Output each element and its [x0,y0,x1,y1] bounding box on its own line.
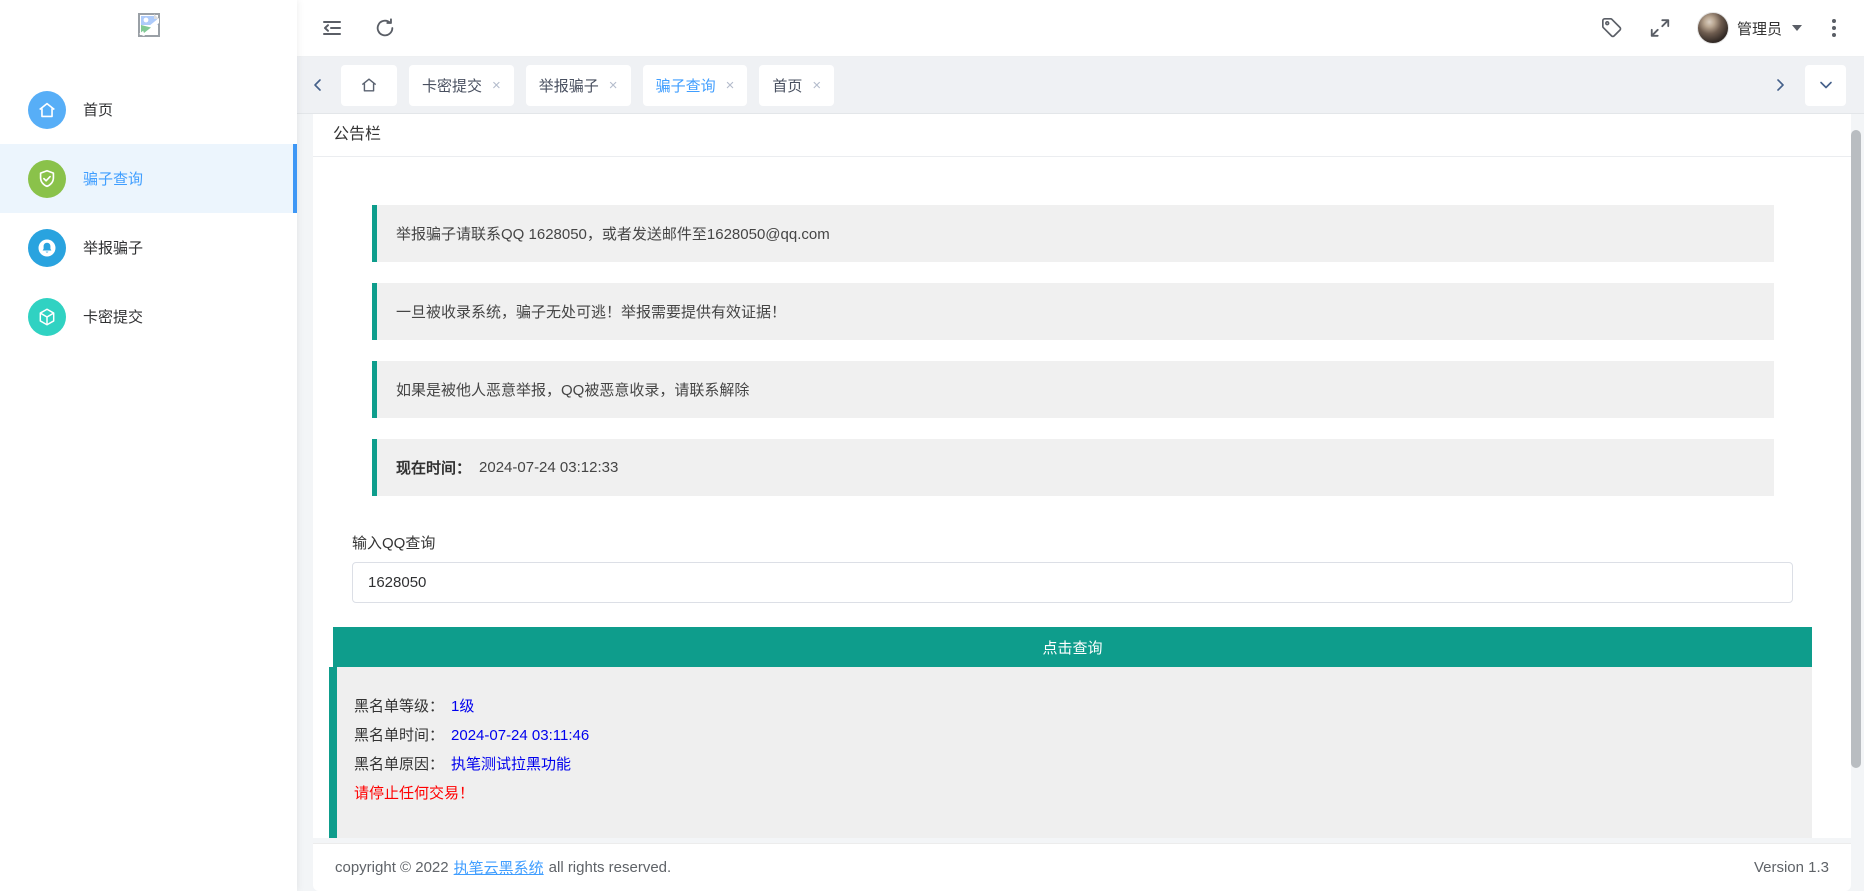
tabs-menu-button[interactable] [1805,65,1846,106]
announcement-text: 举报骗子请联系QQ 1628050，或者发送邮件至1628050@qq.com [396,223,830,244]
caret-down-icon [1792,25,1802,31]
copyright-prefix: copyright © 2022 [335,859,449,876]
sidebar-item-scammer-query[interactable]: 骗子查询 [0,144,297,213]
header-left-actions [297,16,396,40]
refresh-icon[interactable] [374,17,396,39]
result-value: 2024-07-24 03:11:46 [451,727,589,744]
tab-home-icon[interactable] [341,65,397,106]
kebab-menu-icon[interactable] [1828,15,1840,41]
user-name: 管理员 [1737,18,1782,39]
app-logo [0,10,297,40]
user-menu[interactable]: 管理员 [1697,12,1802,44]
fold-menu-icon[interactable] [320,16,344,40]
result-row: 黑名单时间： 2024-07-24 03:11:46 [354,721,1812,750]
announcement-item: 举报骗子请联系QQ 1628050，或者发送邮件至1628050@qq.com [372,205,1774,262]
tabs-scroll-right[interactable] [1769,65,1791,106]
sidebar-item-label: 首页 [83,99,113,120]
sidebar-item-report-scammer[interactable]: 举报骗子 [0,213,297,282]
broken-image-icon [136,12,162,38]
sidebar-menu: 首页 骗子查询 举报骗子 [0,75,297,351]
announcement-list: 举报骗子请联系QQ 1628050，或者发送邮件至1628050@qq.com … [313,157,1851,496]
announcement-panel-title: 公告栏 [313,114,1851,157]
result-row: 黑名单等级： 1级 [354,692,1812,721]
footer: copyright © 2022 执笔云黑系统 all rights reser… [313,843,1851,891]
result-row: 黑名单原因： 执笔测试拉黑功能 [354,750,1812,779]
tab-report-scammer[interactable]: 举报骗子 × [526,65,631,106]
bell-icon [28,229,66,267]
home-icon [28,91,66,129]
close-icon[interactable]: × [609,78,618,93]
header-right-actions: 管理员 [1601,12,1864,44]
cube-icon [28,298,66,336]
version-label: Version 1.3 [1754,859,1829,876]
tag-icon[interactable] [1601,17,1623,39]
tab-label: 首页 [772,75,802,96]
query-button[interactable]: 点击查询 [333,627,1812,667]
result-label: 黑名单原因： [354,756,444,773]
result-label: 黑名单等级： [354,698,444,715]
result-value: 1级 [451,698,474,715]
announcement-time-item: 现在时间： 2024-07-24 03:12:33 [372,439,1774,496]
blacklist-result: 黑名单等级： 1级 黑名单时间： 2024-07-24 03:11:46 黑名单原因… [329,667,1812,838]
query-input-label: 输入QQ查询 [352,532,1851,553]
shield-check-icon [28,160,66,198]
result-warning: 请停止任何交易！ [354,779,1812,808]
close-icon[interactable]: × [492,78,501,93]
announcement-text: 一旦被收录系统，骗子无处可逃！举报需要提供有效证据！ [396,301,786,322]
top-header: 管理员 [297,0,1864,57]
result-label: 黑名单时间： [354,727,444,744]
system-link[interactable]: 执笔云黑系统 [454,857,544,878]
close-icon[interactable]: × [812,78,821,93]
announcement-item: 一旦被收录系统，骗子无处可逃！举报需要提供有效证据！ [372,283,1774,340]
tabs-scroll-left[interactable] [307,65,329,106]
time-label: 现在时间： [396,457,471,478]
tab-bar: 卡密提交 × 举报骗子 × 骗子查询 × 首页 × [297,57,1864,114]
tab-label: 举报骗子 [539,75,599,96]
qq-query-input[interactable] [352,562,1793,603]
sidebar-item-label: 举报骗子 [83,237,143,258]
result-value: 执笔测试拉黑功能 [451,756,571,773]
tab-home[interactable]: 首页 × [759,65,834,106]
avatar [1697,12,1729,44]
announcement-text: 如果是被他人恶意举报，QQ被恶意收录，请联系解除 [396,379,749,400]
sidebar-item-home[interactable]: 首页 [0,75,297,144]
time-value: 2024-07-24 03:12:33 [479,459,618,476]
sidebar-item-card-submit[interactable]: 卡密提交 [0,282,297,351]
fullscreen-icon[interactable] [1649,17,1671,39]
copyright-suffix: all rights reserved. [549,859,672,876]
tab-scammer-query[interactable]: 骗子查询 × [643,65,748,106]
main-content: 公告栏 举报骗子请联系QQ 1628050，或者发送邮件至1628050@qq.… [313,114,1851,838]
sidebar-item-label: 骗子查询 [83,168,143,189]
vertical-scrollbar[interactable] [1851,130,1861,768]
sidebar: 首页 骗子查询 举报骗子 [0,0,297,891]
sidebar-item-label: 卡密提交 [83,306,143,327]
tab-label: 卡密提交 [422,75,482,96]
tab-card-submit[interactable]: 卡密提交 × [409,65,514,106]
announcement-item: 如果是被他人恶意举报，QQ被恶意收录，请联系解除 [372,361,1774,418]
close-icon[interactable]: × [726,78,735,93]
chevron-down-icon [1818,77,1834,93]
tab-label: 骗子查询 [656,75,716,96]
